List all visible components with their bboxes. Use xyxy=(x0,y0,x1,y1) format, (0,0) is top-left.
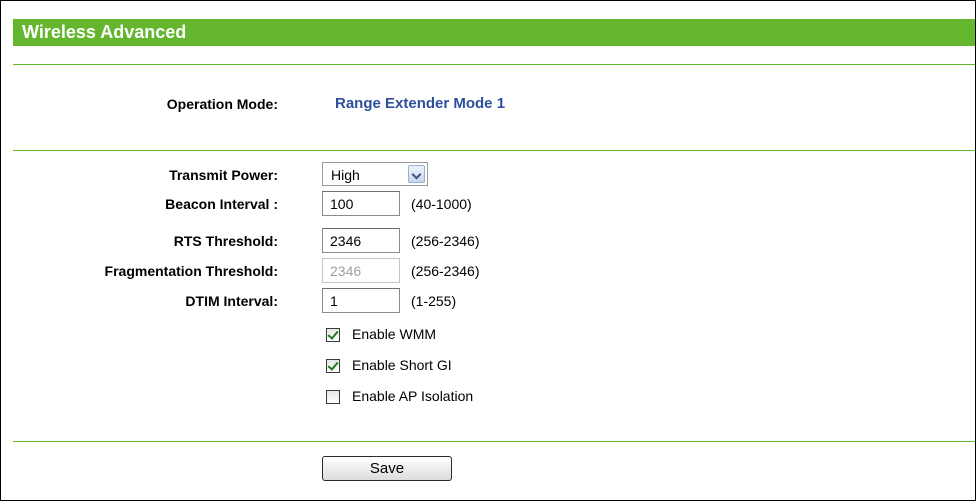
fragmentation-threshold-range: (256-2346) xyxy=(411,263,480,279)
header-bar: Wireless Advanced xyxy=(13,19,975,46)
rts-threshold-input[interactable] xyxy=(322,228,400,253)
enable-wmm-label: Enable WMM xyxy=(352,326,437,342)
divider-top xyxy=(13,64,975,65)
enable-ap-isolation-checkbox[interactable] xyxy=(326,390,340,404)
page-title: Wireless Advanced xyxy=(22,22,187,42)
transmit-power-selected: High xyxy=(331,167,360,183)
fragmentation-threshold-input xyxy=(322,258,400,283)
save-button[interactable]: Save xyxy=(322,456,452,481)
divider-bottom xyxy=(13,441,975,442)
rts-threshold-label: RTS Threshold: xyxy=(173,233,278,249)
chevron-down-icon[interactable] xyxy=(408,165,425,183)
enable-short-gi-label: Enable Short GI xyxy=(352,357,452,373)
beacon-interval-input[interactable] xyxy=(322,191,400,216)
operation-mode-value: Range Extender Mode 1 xyxy=(335,95,506,112)
enable-ap-isolation-label: Enable AP Isolation xyxy=(352,388,474,404)
operation-mode-label: Operation Mode: xyxy=(166,96,278,112)
transmit-power-label: Transmit Power: xyxy=(169,167,278,183)
enable-wmm-checkbox[interactable] xyxy=(326,328,340,342)
divider-middle xyxy=(13,150,975,151)
dtim-interval-range: (1-255) xyxy=(411,293,457,309)
beacon-interval-range: (40-1000) xyxy=(411,196,472,212)
fragmentation-threshold-label: Fragmentation Threshold: xyxy=(104,263,278,279)
transmit-power-select[interactable]: High xyxy=(322,162,428,186)
dtim-interval-input[interactable] xyxy=(322,288,400,313)
beacon-interval-label: Beacon Interval : xyxy=(165,196,278,212)
dtim-interval-label: DTIM Interval: xyxy=(185,293,278,309)
rts-threshold-range: (256-2346) xyxy=(411,233,480,249)
wireless-advanced-panel: Wireless Advanced Operation Mode: Range … xyxy=(0,0,976,501)
enable-short-gi-checkbox[interactable] xyxy=(326,359,340,373)
